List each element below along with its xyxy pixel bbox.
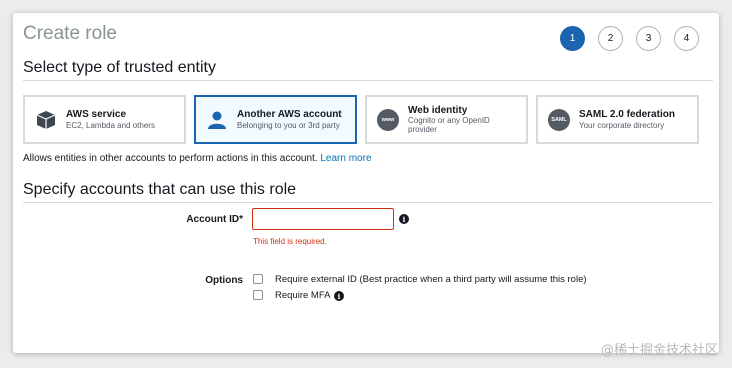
step-3[interactable]: 3	[636, 26, 661, 51]
info-icon[interactable]: i	[334, 291, 344, 301]
require-external-id-checkbox[interactable]	[253, 274, 263, 284]
entity-web-identity[interactable]: www Web identity Cognito or any OpenID p…	[365, 95, 528, 144]
entity-description: Cognito or any OpenID provider	[408, 116, 490, 135]
options-label: Options	[205, 275, 243, 286]
www-icon: www	[377, 108, 399, 131]
page-title: Create role	[23, 23, 117, 44]
entity-info-text: Allows entities in other accounts to per…	[23, 153, 372, 164]
create-role-panel: Create role 1 2 3 4 Select type of trust…	[13, 13, 719, 353]
entity-description: EC2, Lambda and others	[66, 120, 155, 130]
divider	[23, 202, 713, 203]
entity-name: Web identity	[408, 104, 468, 116]
require-external-id-label: Require external ID (Best practice when …	[275, 274, 587, 285]
entity-name: SAML 2.0 federation	[579, 109, 675, 121]
step-indicator: 1 2 3 4	[560, 26, 699, 51]
entity-another-aws-account[interactable]: Another AWS account Belonging to you or …	[194, 95, 357, 144]
divider	[23, 80, 713, 81]
entity-name: Another AWS account	[237, 109, 342, 121]
person-icon	[206, 109, 228, 131]
require-mfa-checkbox[interactable]	[253, 290, 263, 300]
entity-saml-federation[interactable]: SAML SAML 2.0 federation Your corporate …	[536, 95, 699, 144]
account-id-input[interactable]	[252, 208, 394, 230]
trusted-entity-heading: Select type of trusted entity	[23, 59, 216, 76]
require-mfa-label: Require MFA	[275, 290, 331, 301]
account-id-label: Account ID*	[186, 214, 243, 225]
entity-description: Your corporate directory	[579, 120, 665, 130]
info-icon[interactable]: i	[399, 214, 409, 224]
step-4[interactable]: 4	[674, 26, 699, 51]
watermark: @稀土掘金技术社区	[600, 343, 718, 358]
saml-icon: SAML	[548, 108, 570, 131]
account-id-error: This field is required.	[253, 237, 327, 246]
entity-description: Belonging to you or 3rd party	[237, 120, 340, 130]
entity-type-options: AWS service EC2, Lambda and others Anoth…	[23, 95, 699, 144]
entity-aws-service[interactable]: AWS service EC2, Lambda and others	[23, 95, 186, 144]
learn-more-link[interactable]: Learn more	[320, 153, 371, 164]
step-2[interactable]: 2	[598, 26, 623, 51]
entity-name: AWS service	[66, 109, 127, 121]
cube-icon	[35, 109, 57, 131]
accounts-heading: Specify accounts that can use this role	[23, 181, 297, 198]
step-1[interactable]: 1	[560, 26, 585, 51]
